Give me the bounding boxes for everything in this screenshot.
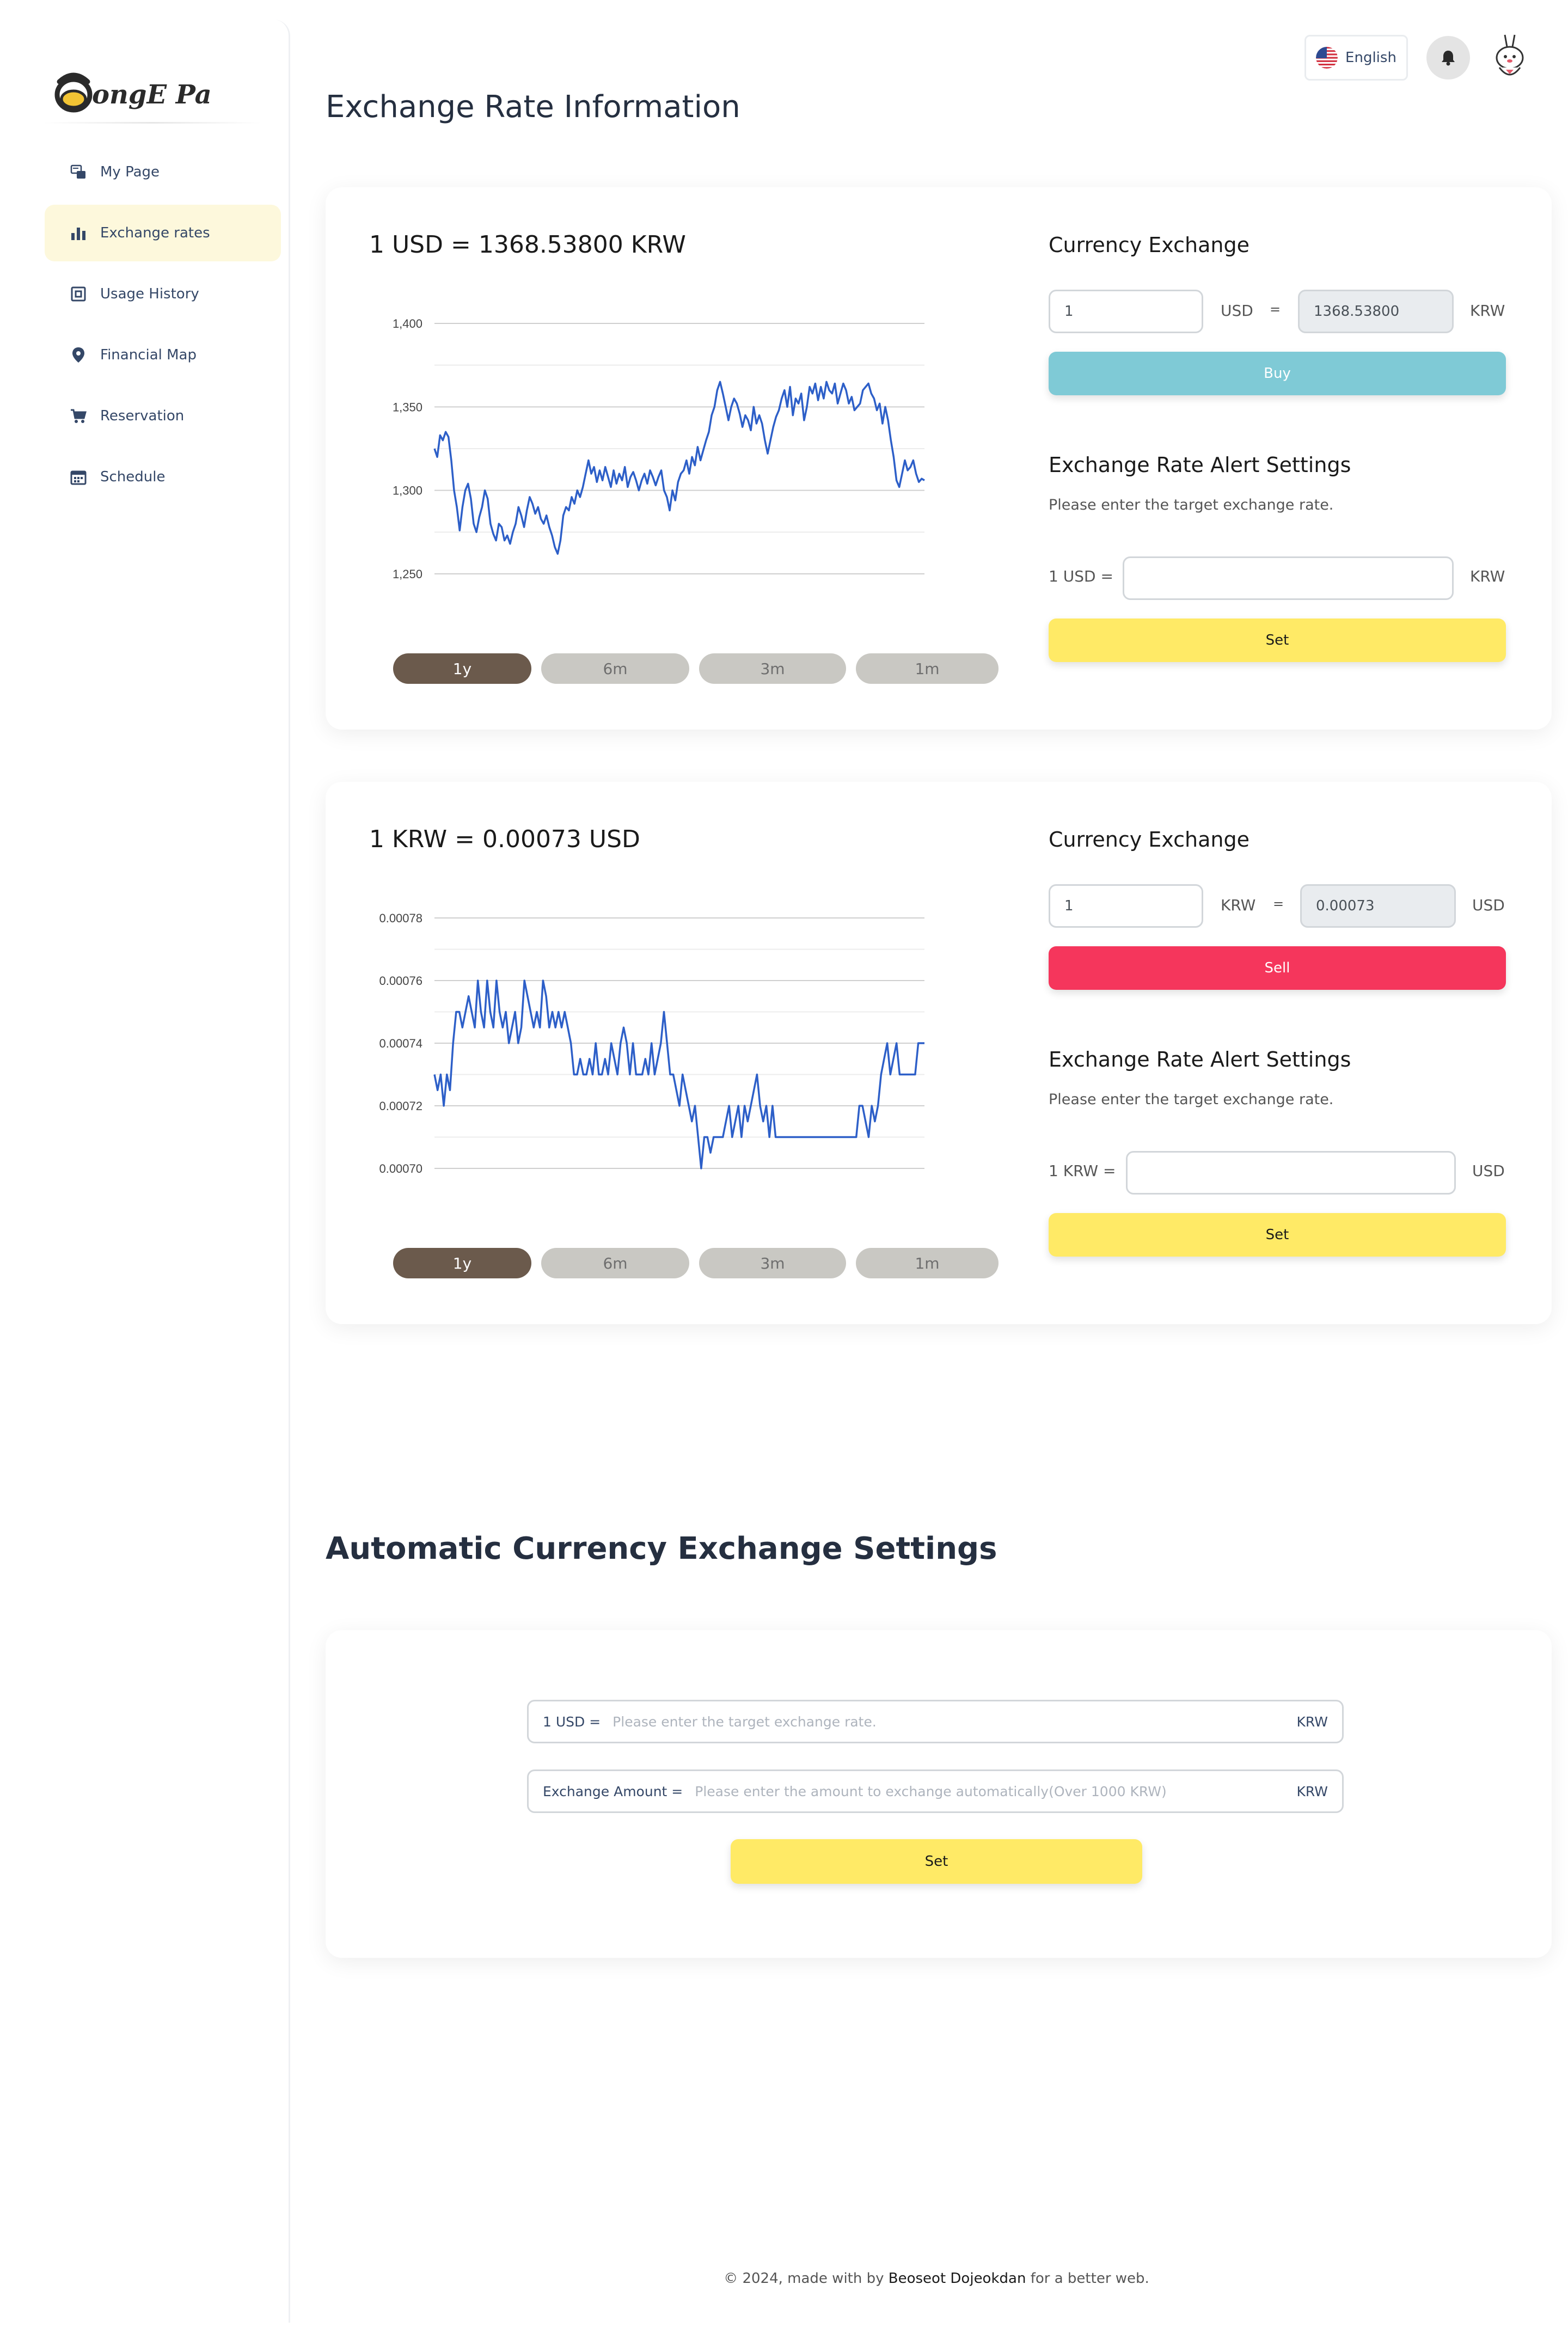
sidebar-nav: My Page Exchange rates Usage History Fin… — [45, 144, 281, 510]
buy-button[interactable]: Buy — [1049, 352, 1506, 395]
alert-settings-title: Exchange Rate Alert Settings — [1049, 453, 1351, 477]
sidebar-item-schedule[interactable]: Schedule — [45, 449, 281, 505]
bar-chart-icon — [70, 224, 87, 242]
sidebar-item-label: Schedule — [100, 469, 166, 485]
auto-amount-input[interactable]: Please enter the amount to exchange auto… — [695, 1784, 1296, 1799]
alert-settings-subtitle: Please enter the target exchange rate. — [1049, 497, 1334, 513]
mypage-icon — [70, 163, 87, 181]
y-tick-label: 0.00076 — [379, 974, 422, 988]
usd-rate-title: 1 USD = 1368.53800 KRW — [369, 231, 686, 259]
alert-rate-label: 1 USD = — [1049, 567, 1113, 585]
auto-rate-label: 1 USD = — [543, 1713, 601, 1730]
user-avatar[interactable] — [1492, 33, 1528, 83]
sidebar: ongE Pay My Page Exchange rates Usage Hi… — [0, 20, 290, 2323]
calendar-icon — [70, 468, 87, 486]
usd-alert-set-button[interactable]: Set — [1049, 619, 1506, 662]
usd-krw-line-chart: 1,250 1,300 1,350 1,400 — [393, 317, 925, 581]
krw-rate-title: 1 KRW = 0.00073 USD — [369, 825, 640, 853]
to-unit-label: USD — [1472, 896, 1505, 914]
usd-rate-card: 1 USD = 1368.53800 KRW 1,250 1,300 1,350 1,… — [326, 187, 1552, 730]
alert-unit-label: USD — [1472, 1162, 1505, 1180]
krw-result-field: 1368.53800 — [1298, 290, 1454, 333]
language-selector[interactable]: English — [1304, 35, 1408, 81]
period-1m-button[interactable]: 1m — [856, 1248, 999, 1278]
sidebar-item-exchange-rates[interactable]: Exchange rates — [45, 205, 281, 261]
y-tick-label: 0.00078 — [379, 911, 422, 925]
sidebar-item-label: Exchange rates — [100, 225, 210, 241]
sidebar-item-my-page[interactable]: My Page — [45, 144, 281, 200]
krw-alert-input[interactable] — [1126, 1151, 1456, 1195]
svg-text:ongE Pay: ongE Pay — [92, 79, 210, 110]
footer-prefix: © 2024, made with by — [724, 2270, 884, 2287]
period-3m-button[interactable]: 3m — [699, 653, 846, 684]
y-tick-label: 0.00074 — [379, 1037, 422, 1050]
auto-rate-field[interactable]: 1 USD = Please enter the target exchange… — [527, 1700, 1344, 1743]
from-unit-label: USD — [1221, 302, 1253, 320]
sidebar-item-usage-history[interactable]: Usage History — [45, 266, 281, 322]
krw-usd-line-chart: 0.00070 0.00072 0.00074 0.00076 0.00078 — [379, 911, 924, 1175]
usd-amount-input[interactable]: 1 — [1049, 290, 1203, 333]
krw-amount-input[interactable]: 1 — [1049, 884, 1203, 928]
currency-exchange-title: Currency Exchange — [1049, 233, 1250, 257]
alert-settings-subtitle: Please enter the target exchange rate. — [1049, 1091, 1334, 1108]
footer-suffix: for a better web. — [1030, 2270, 1149, 2287]
sidebar-item-financial-map[interactable]: Financial Map — [45, 327, 281, 383]
sidebar-item-label: Financial Map — [100, 347, 197, 363]
auto-amount-field[interactable]: Exchange Amount = Please enter the amoun… — [527, 1769, 1344, 1813]
krw-alert-set-button[interactable]: Set — [1049, 1213, 1506, 1257]
auto-amount-label: Exchange Amount = — [543, 1783, 683, 1799]
period-6m-button[interactable]: 6m — [541, 653, 689, 684]
period-6m-button[interactable]: 6m — [541, 1248, 689, 1278]
sidebar-item-label: Usage History — [100, 286, 199, 302]
sidebar-item-label: Reservation — [100, 408, 185, 424]
equals-label: = — [1270, 302, 1281, 317]
auto-rate-unit: KRW — [1296, 1713, 1328, 1730]
to-unit-label: KRW — [1470, 302, 1505, 320]
bell-icon — [1442, 51, 1455, 66]
usd-side-panel: Currency Exchange 1 USD = 1368.53800 KRW… — [1049, 187, 1509, 730]
sell-button[interactable]: Sell — [1049, 946, 1506, 990]
period-3m-button[interactable]: 3m — [699, 1248, 846, 1278]
krw-side-panel: Currency Exchange 1 KRW = 0.00073 USD Se… — [1049, 782, 1509, 1324]
from-unit-label: KRW — [1221, 896, 1256, 914]
songe-pay-logo[interactable]: ongE Pay — [52, 65, 210, 115]
y-tick-label: 1,250 — [393, 567, 422, 581]
currency-exchange-title: Currency Exchange — [1049, 828, 1250, 852]
footer: © 2024, made with by Beoseot Dojeokdan f… — [0, 2270, 1568, 2287]
auto-exchange-card: 1 USD = Please enter the target exchange… — [326, 1630, 1552, 1958]
period-1y-button[interactable]: 1y — [393, 653, 531, 684]
y-tick-label: 1,300 — [393, 484, 422, 498]
alert-unit-label: KRW — [1470, 567, 1505, 585]
us-flag-icon — [1316, 47, 1338, 69]
equals-label: = — [1273, 896, 1284, 911]
notification-button[interactable] — [1426, 36, 1470, 79]
page-title: Exchange Rate Information — [326, 89, 740, 125]
auto-set-button[interactable]: Set — [731, 1839, 1142, 1884]
usd-period-selector: 1y 6m 3m 1m — [393, 653, 999, 684]
auto-rate-input[interactable]: Please enter the target exchange rate. — [612, 1714, 1296, 1730]
y-tick-label: 1,350 — [393, 400, 422, 414]
y-tick-label: 0.00072 — [379, 1099, 422, 1113]
usd-alert-input[interactable] — [1123, 556, 1454, 600]
sidebar-divider — [44, 122, 261, 124]
period-1m-button[interactable]: 1m — [856, 653, 999, 684]
auto-exchange-title: Automatic Currency Exchange Settings — [326, 1531, 997, 1566]
auto-amount-unit: KRW — [1296, 1783, 1328, 1799]
alert-rate-label: 1 KRW = — [1049, 1162, 1116, 1180]
sidebar-item-label: My Page — [100, 164, 160, 180]
alert-settings-title: Exchange Rate Alert Settings — [1049, 1048, 1351, 1071]
location-pin-icon — [70, 346, 87, 364]
cart-icon — [70, 407, 87, 425]
period-1y-button[interactable]: 1y — [393, 1248, 531, 1278]
y-tick-label: 1,400 — [393, 317, 422, 330]
receipt-icon — [70, 285, 87, 303]
krw-period-selector: 1y 6m 3m 1m — [393, 1248, 999, 1278]
series-line — [433, 381, 925, 555]
y-tick-label: 0.00070 — [379, 1162, 422, 1175]
sidebar-item-reservation[interactable]: Reservation — [45, 388, 281, 444]
usd-result-field: 0.00073 — [1300, 884, 1456, 928]
language-label: English — [1345, 50, 1396, 66]
footer-author-link[interactable]: Beoseot Dojeokdan — [889, 2270, 1026, 2287]
krw-rate-card: 1 KRW = 0.00073 USD 0.00070 0.00072 0.0007… — [326, 782, 1552, 1324]
